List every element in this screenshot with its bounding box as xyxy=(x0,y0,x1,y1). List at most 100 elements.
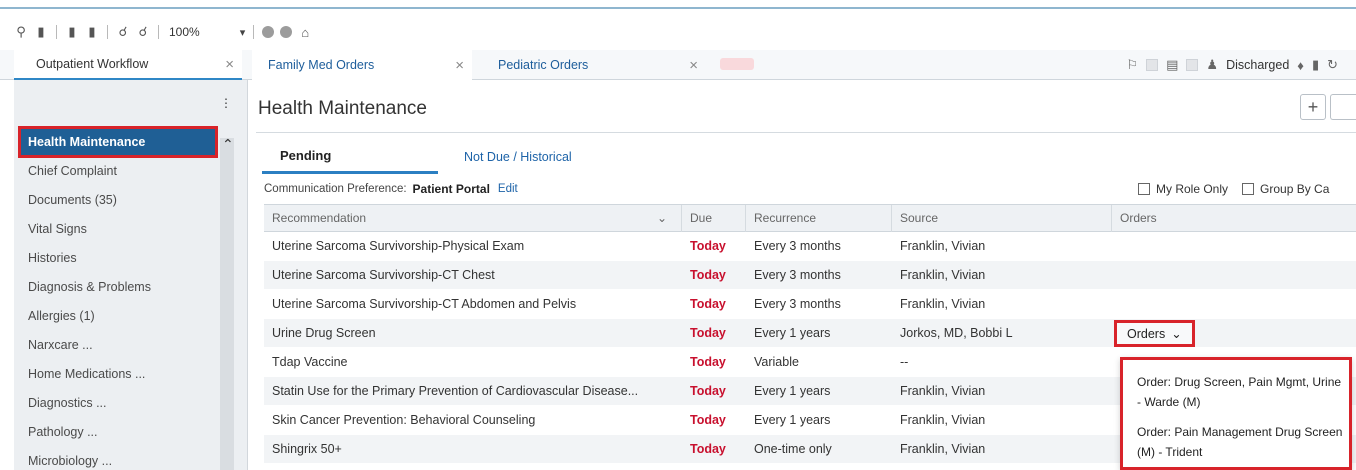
orders-dropdown-button[interactable]: Orders ⌄ xyxy=(1114,320,1195,347)
inbox-icon[interactable]: ▤ xyxy=(1166,57,1178,73)
print-preview-icon[interactable]: ▮ xyxy=(85,24,99,39)
sidebar-item-narxcare[interactable]: Narxcare ... xyxy=(20,331,216,360)
sidebar-item-documents[interactable]: Documents (35) xyxy=(20,186,216,215)
sidebar-item-microbiology[interactable]: Microbiology ... xyxy=(20,447,216,470)
zoom-dropdown-icon[interactable]: ▾ xyxy=(240,26,246,39)
table-row[interactable]: Urine Drug Screen Today Every 1 years Jo… xyxy=(264,319,1356,348)
tab-label: Pediatric Orders xyxy=(498,58,589,72)
cell-recommendation: Tdap Vaccine xyxy=(272,355,348,369)
zoom-out-icon[interactable]: ☌ xyxy=(136,24,150,39)
pref-edit-link[interactable]: Edit xyxy=(498,183,518,195)
toolbar-separator xyxy=(158,25,159,39)
plus-icon: + xyxy=(1307,96,1319,117)
zoom-in-icon[interactable]: ☌ xyxy=(116,24,130,39)
tab-outpatient-workflow[interactable]: Outpatient Workflow × xyxy=(14,50,242,80)
tag-icon[interactable]: ♦ xyxy=(1297,58,1304,73)
home-icon[interactable]: ⌂ xyxy=(298,25,312,40)
my-role-only-label: My Role Only xyxy=(1156,182,1229,196)
cell-due: Today xyxy=(690,268,726,282)
cell-recurrence: Variable xyxy=(754,355,799,369)
cell-recurrence: One-time only xyxy=(754,442,832,456)
group-by-checkbox[interactable] xyxy=(1242,183,1255,195)
cell-source: Franklin, Vivian xyxy=(900,297,986,311)
cell-source: Franklin, Vivian xyxy=(900,268,986,282)
pin-icon[interactable]: ⋮ xyxy=(220,96,232,110)
discharged-status[interactable]: Discharged xyxy=(1226,58,1289,72)
tab-family-med-orders[interactable]: Family Med Orders × xyxy=(252,50,472,80)
inbox-count-badge xyxy=(1186,59,1199,71)
toolbar: ⚲ ▮ ▮ ▮ ☌ ☌ 100% ▾ ⌂ xyxy=(14,20,312,44)
main-panel: Health Maintenance + Pending Not Due / H… xyxy=(250,80,1356,470)
menu-item-order-warde[interactable]: Order: Drug Screen, Pain Mgmt, Urine - W… xyxy=(1137,372,1343,412)
cell-recommendation: Skin Cancer Prevention: Behavioral Couns… xyxy=(272,413,536,427)
orders-button-label: Orders xyxy=(1127,326,1166,341)
more-button[interactable] xyxy=(1330,94,1356,120)
sidebar-item-histories[interactable]: Histories xyxy=(20,244,216,273)
back-icon[interactable] xyxy=(262,26,275,38)
tab-strip: Outpatient Workflow × Family Med Orders … xyxy=(0,50,1356,80)
tab-pending[interactable]: Pending xyxy=(262,140,438,174)
table-row[interactable]: Uterine Sarcoma Survivorship-CT Abdomen … xyxy=(264,290,1356,319)
tab-label: Family Med Orders xyxy=(268,58,375,72)
cell-recurrence: Every 1 years xyxy=(754,384,831,398)
page-title: Health Maintenance xyxy=(258,98,427,119)
cell-source: Franklin, Vivian xyxy=(900,442,986,456)
close-icon[interactable]: × xyxy=(455,57,464,74)
table-row[interactable]: Uterine Sarcoma Survivorship-Physical Ex… xyxy=(264,232,1356,261)
cell-source: Jorkos, MD, Bobbi L xyxy=(900,326,1013,340)
sidebar-item-vital-signs[interactable]: Vital Signs xyxy=(20,215,216,244)
header-recurrence[interactable]: Recurrence xyxy=(746,205,892,232)
chevron-down-icon[interactable]: ⌄ xyxy=(657,205,667,232)
header-due[interactable]: Due xyxy=(682,205,746,232)
document-icon[interactable]: ▮ xyxy=(34,24,48,39)
cell-recommendation: Statin Use for the Primary Prevention of… xyxy=(272,384,639,398)
toolbar-separator xyxy=(253,25,255,39)
sidebar-item-health-maintenance[interactable]: Health Maintenance xyxy=(18,126,218,158)
forward-icon[interactable] xyxy=(280,26,293,38)
pref-value: Patient Portal xyxy=(412,182,490,196)
header-orders[interactable]: Orders xyxy=(1112,205,1356,232)
cell-due: Today xyxy=(690,442,726,456)
header-source[interactable]: Source xyxy=(892,205,1112,232)
chevron-down-icon: ⌄ xyxy=(1171,327,1182,341)
cell-recommendation: Shingrix 50+ xyxy=(272,442,342,456)
refresh-icon[interactable]: ↻ xyxy=(1327,57,1338,73)
cell-recurrence: Every 3 months xyxy=(754,268,841,282)
communication-preference: Communication Preference: Patient Portal… xyxy=(264,180,518,198)
tab-pediatric-orders[interactable]: Pediatric Orders × xyxy=(476,50,706,80)
bell-icon[interactable]: ⚐ xyxy=(1126,57,1138,73)
window-top-edge xyxy=(0,0,1356,9)
toolbar-separator xyxy=(56,25,57,39)
close-icon[interactable]: × xyxy=(225,56,234,73)
close-icon[interactable]: × xyxy=(689,57,698,74)
table-row[interactable]: Uterine Sarcoma Survivorship-CT Chest To… xyxy=(264,261,1356,290)
sidebar-item-allergies[interactable]: Allergies (1) xyxy=(20,302,216,331)
toolbar-separator xyxy=(107,25,108,39)
sidebar-item-pathology[interactable]: Pathology ... xyxy=(20,418,216,447)
tab-not-due-historical[interactable]: Not Due / Historical xyxy=(464,140,572,174)
chevron-up-icon[interactable]: ⌃ xyxy=(222,136,234,153)
cell-recommendation: Uterine Sarcoma Survivorship-Physical Ex… xyxy=(272,239,525,253)
title-divider xyxy=(256,132,1356,133)
sidebar-item-diagnostics[interactable]: Diagnostics ... xyxy=(20,389,216,418)
add-button[interactable]: + xyxy=(1300,94,1326,120)
cell-due: Today xyxy=(690,326,726,340)
sidebar-item-diagnosis-problems[interactable]: Diagnosis & Problems xyxy=(20,273,216,302)
table-header: Recommendation ⌄ Due Recurrence Source O… xyxy=(264,204,1356,232)
cell-due: Today xyxy=(690,413,726,427)
person-icon: ♟ xyxy=(1206,57,1219,72)
print-icon[interactable]: ▮ xyxy=(65,24,79,39)
sidebar-scrollbar[interactable] xyxy=(220,138,234,470)
header-recommendation[interactable]: Recommendation ⌄ xyxy=(264,205,682,232)
book-icon[interactable]: ▮ xyxy=(1312,57,1319,73)
binoculars-icon[interactable]: ⚲ xyxy=(14,24,28,39)
cell-recommendation: Urine Drug Screen xyxy=(272,326,376,340)
cell-due: Today xyxy=(690,384,726,398)
my-role-only-checkbox[interactable] xyxy=(1138,183,1150,195)
sidebar-item-chief-complaint[interactable]: Chief Complaint xyxy=(20,157,216,186)
sidebar-item-home-medications[interactable]: Home Medications ... xyxy=(20,360,216,389)
menu-item-order-trident[interactable]: Order: Pain Management Drug Screen (M) -… xyxy=(1137,422,1343,462)
cell-due: Today xyxy=(690,239,726,253)
cell-due: Today xyxy=(690,355,726,369)
zoom-level[interactable]: 100% xyxy=(169,25,200,39)
